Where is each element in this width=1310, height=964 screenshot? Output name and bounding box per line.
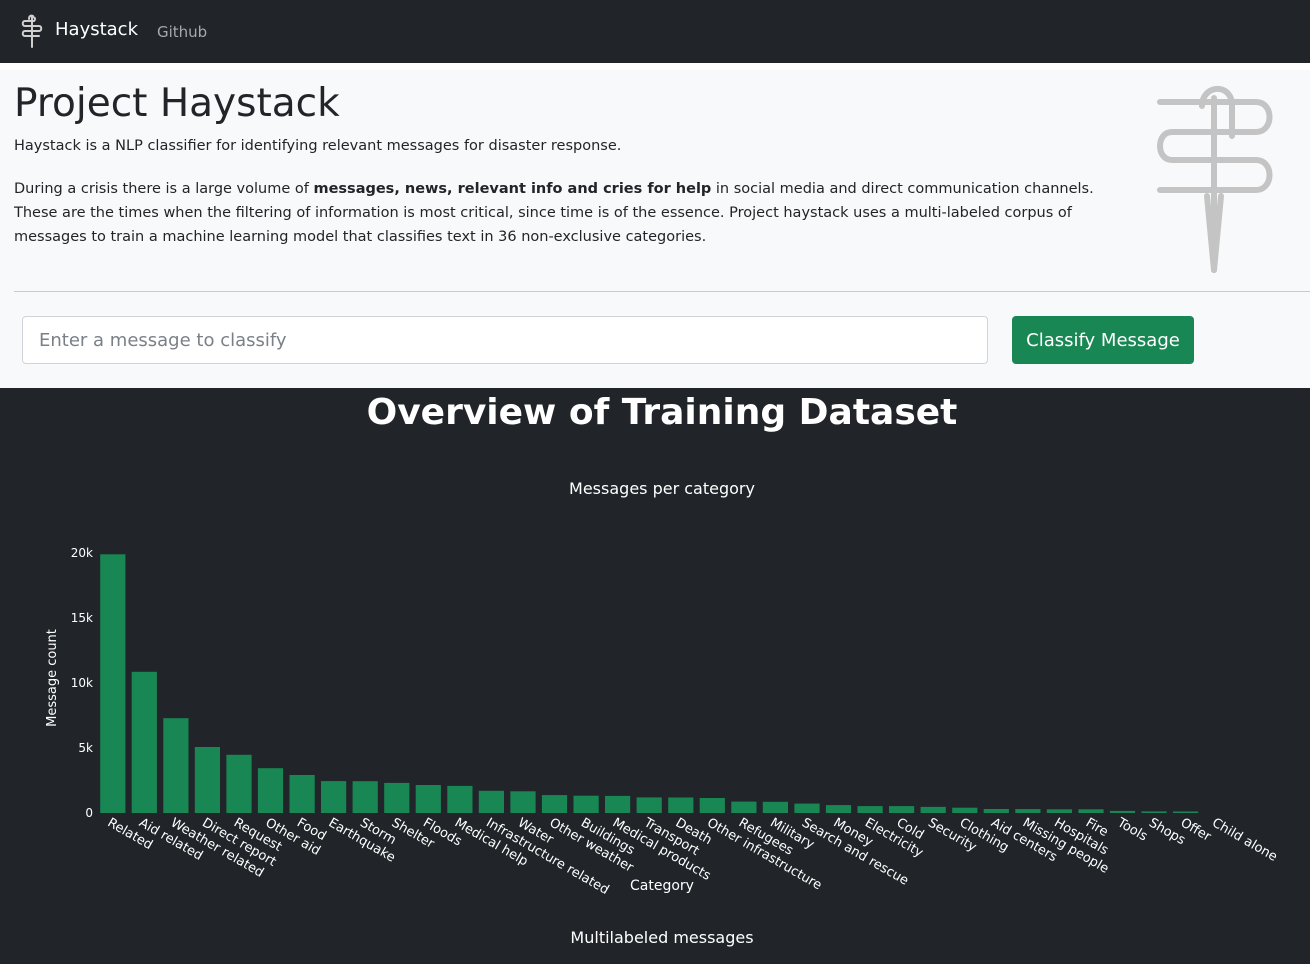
bar[interactable] — [1078, 809, 1104, 813]
chart-x-axis-label: Category — [630, 878, 694, 894]
bar[interactable] — [889, 806, 915, 813]
y-tick-label: 0 — [85, 806, 93, 820]
bar[interactable] — [857, 806, 883, 813]
bar[interactable] — [163, 718, 189, 813]
navbar-gap — [0, 63, 1310, 70]
bar[interactable] — [1109, 810, 1136, 813]
hero-description: During a crisis there is a large volume … — [14, 177, 1094, 249]
bar[interactable] — [762, 801, 788, 813]
bar[interactable] — [384, 782, 410, 813]
overview-title: Overview of Training Dataset — [366, 392, 958, 433]
bar[interactable] — [478, 790, 504, 813]
hero-section: Project Haystack Haystack is a NLP class… — [0, 70, 1310, 388]
bar-series — [100, 554, 1199, 814]
hero-description-bold: messages, news, relevant info and cries … — [313, 181, 712, 197]
hero-lead: Haystack is a NLP classifier for identif… — [14, 138, 622, 154]
bar[interactable] — [194, 747, 220, 813]
bar[interactable] — [100, 554, 126, 813]
bar[interactable] — [257, 768, 284, 813]
y-tick-label: 5k — [78, 741, 93, 755]
x-tick-label: Tools — [1114, 815, 1150, 845]
github-link[interactable]: Github — [157, 23, 207, 41]
bar[interactable] — [131, 671, 157, 813]
bar[interactable] — [289, 775, 315, 813]
brand-link[interactable]: Haystack — [55, 19, 138, 40]
chart-title: Messages per category — [569, 479, 755, 498]
messages-per-category-chart: Messages per category Message count Cate… — [45, 479, 1280, 898]
bar[interactable] — [825, 805, 852, 813]
y-tick-label: 20k — [71, 546, 93, 560]
bar[interactable] — [731, 801, 757, 813]
bar[interactable] — [510, 791, 536, 813]
hero-description-start: During a crisis there is a large volume … — [14, 181, 314, 197]
multilabeled-chart-title: Multilabeled messages — [570, 928, 754, 947]
page-title: Project Haystack — [14, 81, 340, 126]
message-input[interactable] — [22, 316, 988, 364]
bar[interactable] — [920, 806, 946, 813]
y-axis-ticks: 0 5k 10k 15k 20k — [71, 546, 93, 820]
bar[interactable] — [668, 797, 694, 814]
y-tick-label: 10k — [71, 676, 93, 690]
bar[interactable] — [321, 781, 347, 813]
bar[interactable] — [447, 785, 473, 813]
bar[interactable] — [605, 795, 631, 813]
bar[interactable] — [226, 754, 252, 813]
bar[interactable] — [1046, 809, 1072, 813]
bar[interactable] — [636, 797, 662, 813]
x-tick-label: Child alone — [1209, 815, 1279, 864]
needle-thread-logo-icon — [1157, 85, 1273, 273]
chart-y-axis-label: Message count — [45, 629, 60, 727]
navbar: Haystack Github — [0, 0, 1310, 63]
bar[interactable] — [1173, 811, 1199, 814]
bar[interactable] — [983, 809, 1009, 813]
bar[interactable] — [541, 795, 568, 813]
y-tick-label: 15k — [71, 611, 93, 625]
bar[interactable] — [352, 781, 378, 813]
section-divider — [14, 291, 1310, 292]
bar[interactable] — [573, 795, 599, 813]
bar[interactable] — [415, 785, 441, 813]
classify-message-button[interactable]: Classify Message — [1012, 316, 1194, 364]
bar[interactable] — [952, 807, 978, 813]
bar[interactable] — [1015, 809, 1041, 813]
needle-thread-icon[interactable] — [19, 13, 45, 49]
bar[interactable] — [699, 798, 725, 813]
bar[interactable] — [794, 803, 820, 813]
bar[interactable] — [1141, 811, 1167, 813]
